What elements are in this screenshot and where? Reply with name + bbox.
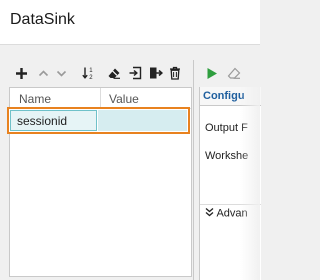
name-cell[interactable]: sessionid bbox=[10, 110, 97, 131]
import-icon[interactable] bbox=[128, 66, 142, 80]
move-down-icon[interactable] bbox=[54, 66, 68, 80]
sort-icon[interactable]: 1 2 bbox=[82, 66, 96, 80]
svg-text:1: 1 bbox=[89, 68, 93, 74]
table-row[interactable]: sessionid bbox=[7, 107, 190, 134]
advanced-toggle[interactable]: Advan bbox=[205, 207, 248, 220]
configuration-panel: Configu Output F Workshe Advan bbox=[199, 87, 261, 280]
title-divider bbox=[0, 44, 260, 45]
column-divider[interactable] bbox=[100, 88, 101, 108]
advanced-label: Advan bbox=[216, 207, 248, 220]
table-header: Name Value bbox=[10, 88, 191, 109]
add-icon[interactable] bbox=[14, 66, 28, 80]
tab-configuration[interactable]: Configu bbox=[200, 87, 261, 106]
move-up-icon[interactable] bbox=[36, 66, 50, 80]
tab-label: Configu bbox=[203, 90, 245, 102]
run-icon[interactable] bbox=[205, 66, 219, 80]
output-field-label: Output F bbox=[205, 122, 248, 134]
panel-splitter[interactable] bbox=[193, 60, 194, 280]
worksheet-field-label: Workshe bbox=[205, 150, 249, 162]
parameter-name: sessionid bbox=[17, 114, 68, 128]
trash-icon[interactable] bbox=[168, 66, 182, 80]
parameters-table: Name Value sessionid bbox=[7, 87, 192, 277]
svg-text:2: 2 bbox=[89, 75, 93, 80]
eraser-icon[interactable] bbox=[107, 66, 121, 80]
value-cell[interactable] bbox=[98, 110, 187, 131]
title-bar: DataSink bbox=[0, 0, 260, 44]
column-header-value[interactable]: Value bbox=[109, 92, 139, 106]
double-chevron-down-icon bbox=[205, 207, 214, 220]
column-header-name[interactable]: Name bbox=[19, 92, 51, 106]
eraser-icon[interactable] bbox=[227, 66, 241, 80]
export-icon[interactable] bbox=[149, 66, 163, 80]
window-title: DataSink bbox=[10, 11, 75, 28]
advanced-divider bbox=[200, 204, 261, 205]
